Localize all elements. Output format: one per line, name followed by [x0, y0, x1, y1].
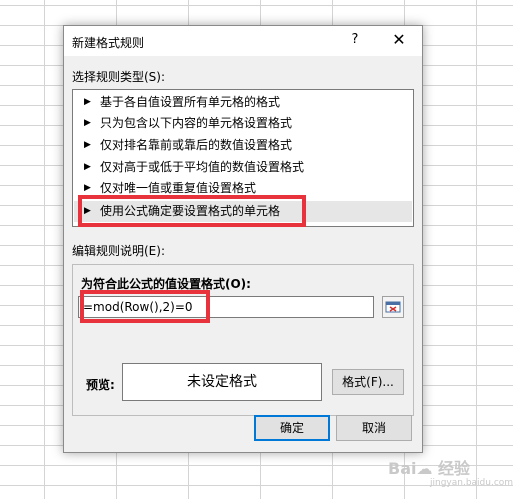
rule-type-item-label: 仅对排名靠前或靠后的数值设置格式 [100, 138, 293, 152]
format-button[interactable]: 格式(F)... [332, 369, 404, 395]
rule-type-item-label: 基于各自值设置所有单元格的格式 [100, 95, 281, 109]
rule-type-item[interactable]: ▶ 仅对排名靠前或靠后的数值设置格式 [74, 135, 412, 156]
help-button[interactable]: ? [348, 31, 362, 49]
arrow-icon: ▶ [84, 162, 91, 172]
rule-type-item-label: 只为包含以下内容的单元格设置格式 [100, 116, 293, 130]
watermark-logo: Bai☁ 经验 [388, 459, 471, 478]
rule-type-item[interactable]: ▶ 只为包含以下内容的单元格设置格式 [74, 113, 412, 134]
rule-type-item[interactable]: ▶ 基于各自值设置所有单元格的格式 [74, 92, 412, 113]
arrow-icon: ▶ [84, 140, 91, 150]
watermark-url: jingyan.baidu.com [430, 478, 513, 488]
range-select-button[interactable] [382, 296, 404, 318]
edit-description-label: 编辑规则说明(E): [72, 244, 165, 258]
highlight-formula [80, 290, 210, 323]
dialog-title: 新建格式规则 [72, 36, 145, 50]
new-format-rule-dialog: 新建格式规则 ? ✕ 选择规则类型(S): ▶ 基于各自值设置所有单元格的格式 … [63, 25, 423, 453]
rule-type-item-label: 仅对高于或低于平均值的数值设置格式 [100, 160, 305, 174]
rule-type-label: 选择规则类型(S): [72, 70, 166, 84]
cancel-button[interactable]: 取消 [336, 415, 412, 441]
preview-label: 预览: [86, 378, 115, 392]
arrow-icon: ▶ [84, 118, 91, 128]
close-button[interactable]: ✕ [390, 31, 408, 49]
arrow-icon: ▶ [84, 97, 91, 107]
rule-type-item[interactable]: ▶ 仅对高于或低于平均值的数值设置格式 [74, 157, 412, 178]
preview-box: 未设定格式 [122, 363, 322, 401]
ok-button[interactable]: 确定 [254, 415, 330, 441]
highlight-selected-rule [78, 195, 306, 227]
dialog-titlebar: 新建格式规则 ? ✕ [64, 26, 422, 56]
range-select-icon [385, 301, 401, 313]
